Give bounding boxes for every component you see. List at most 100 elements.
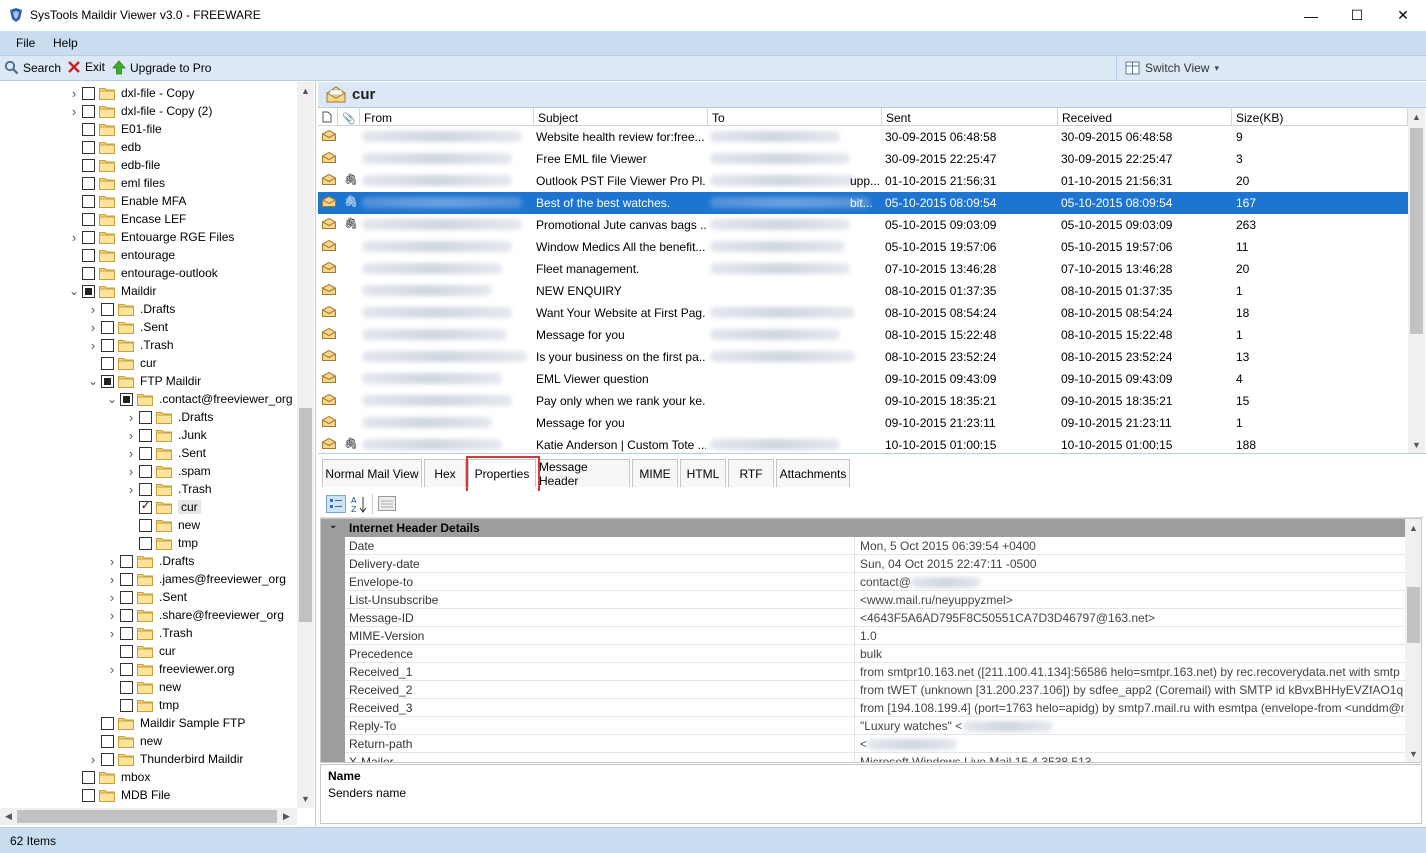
table-row[interactable]: Website health review for:free... 30-09-2… xyxy=(318,126,1408,148)
collapse-icon[interactable]: ⌄ xyxy=(68,282,80,300)
tree-checkbox[interactable] xyxy=(120,626,133,640)
tree-item[interactable]: entourage xyxy=(68,246,175,264)
tree-checkbox[interactable] xyxy=(82,158,95,172)
property-row[interactable]: Message-ID <4643F5A6AD795F8C50551CA7D3D46… xyxy=(345,609,1405,627)
table-row[interactable]: 🖇 Katie Anderson | Custom Tote ... 10-10-2… xyxy=(318,434,1408,453)
scroll-right-icon[interactable]: ▶ xyxy=(283,811,290,822)
tree-vertical-scrollbar[interactable]: ▲ ▼ xyxy=(297,82,314,808)
collapse-icon[interactable]: ⌄ xyxy=(106,390,118,408)
tree-item[interactable]: tmp xyxy=(106,696,179,714)
tree-checkbox[interactable] xyxy=(101,752,114,766)
tree-checkbox[interactable] xyxy=(139,446,152,460)
tree-checkbox[interactable] xyxy=(82,770,95,784)
tree-item[interactable]: › Thunderbird Maildir xyxy=(87,750,244,768)
tree-item[interactable]: › dxl-file - Copy (2) xyxy=(68,102,213,120)
scroll-up-icon[interactable]: ▲ xyxy=(1409,523,1418,533)
switch-view-button[interactable]: Switch View ▾ xyxy=(1116,56,1424,80)
maximize-button[interactable]: ☐ xyxy=(1334,0,1380,31)
expand-icon[interactable]: › xyxy=(106,552,118,570)
tree-item[interactable]: › .share@freeviewer_org xyxy=(106,606,284,624)
tree-checkbox[interactable] xyxy=(139,464,152,478)
property-row[interactable]: Received_2 from tWET (unknown [31.200.237… xyxy=(345,681,1405,699)
tree-item[interactable]: entourage-outlook xyxy=(68,264,218,282)
table-row[interactable]: Window Medics All the benefit... 05-10-20… xyxy=(318,236,1408,258)
categorized-view-icon[interactable] xyxy=(326,495,346,513)
tree-item[interactable]: › .Drafts xyxy=(87,300,176,318)
tree-item[interactable]: › Entouarge RGE Files xyxy=(68,228,235,246)
scroll-up-icon[interactable]: ▲ xyxy=(1412,112,1421,122)
expand-icon[interactable]: › xyxy=(106,570,118,588)
tree-item[interactable]: › freeviewer.org xyxy=(106,660,235,678)
minimize-button[interactable]: — xyxy=(1288,0,1334,31)
table-row[interactable]: 🖇 Best of the best watches. bit... 05-10-20… xyxy=(318,192,1408,214)
tree-checkbox[interactable] xyxy=(82,266,95,280)
tree-hscroll-thumb[interactable] xyxy=(17,810,277,823)
scroll-down-icon[interactable]: ▼ xyxy=(1409,749,1418,759)
expand-icon[interactable]: › xyxy=(87,336,99,354)
tree-item[interactable]: Maildir Sample FTP xyxy=(87,714,245,732)
property-row[interactable]: Envelope-to contact@ xyxy=(345,573,1405,591)
tree-checkbox[interactable] xyxy=(101,356,114,370)
expand-icon[interactable]: › xyxy=(87,300,99,318)
mail-list-scroll-thumb[interactable] xyxy=(1410,128,1423,334)
expand-icon[interactable]: › xyxy=(125,408,137,426)
tab-rtf[interactable]: RTF xyxy=(728,459,774,487)
expand-icon[interactable]: › xyxy=(125,444,137,462)
column-header-received[interactable]: Received xyxy=(1058,108,1232,126)
tree-item[interactable]: new xyxy=(125,516,200,534)
menu-file[interactable]: File xyxy=(16,36,35,50)
table-row[interactable]: Pay only when we rank your ke... 09-10-20… xyxy=(318,390,1408,412)
table-row[interactable]: Message for you 09-10-2015 21:23:11 09-10-… xyxy=(318,412,1408,434)
column-header-subject[interactable]: Subject xyxy=(534,108,708,126)
tree-checkbox[interactable] xyxy=(139,482,152,496)
property-pages-icon[interactable] xyxy=(378,496,396,511)
tree-item[interactable]: new xyxy=(106,678,181,696)
tree-checkbox[interactable] xyxy=(82,194,95,208)
tab-hex[interactable]: Hex xyxy=(424,459,466,487)
tree-item[interactable]: › .spam xyxy=(125,462,211,480)
tree-checkbox[interactable] xyxy=(101,734,114,748)
search-button[interactable]: Search xyxy=(4,60,61,75)
tree-item[interactable]: ⌄ FTP Maildir xyxy=(87,372,201,390)
table-row[interactable]: Is your business on the first pa... 08-10… xyxy=(318,346,1408,368)
tree-item[interactable]: › .Sent xyxy=(125,444,206,462)
tree-checkbox[interactable] xyxy=(82,284,95,298)
tree-item[interactable]: ⌄ .contact@freeviewer_org xyxy=(106,390,293,408)
property-row[interactable]: Return-path < xyxy=(345,735,1405,753)
sort-alphabetical-icon[interactable]: A Z xyxy=(350,495,368,513)
tree-checkbox[interactable] xyxy=(120,698,133,712)
tree-item[interactable]: Encase LEF xyxy=(68,210,186,228)
tree-checkbox[interactable] xyxy=(120,572,133,586)
tree-checkbox[interactable] xyxy=(139,518,152,532)
tree-checkbox[interactable] xyxy=(101,320,114,334)
expand-icon[interactable]: › xyxy=(125,462,137,480)
table-row[interactable]: 🖇 Outlook PST File Viewer Pro Pl... upp...… xyxy=(318,170,1408,192)
property-row[interactable]: Date Mon, 5 Oct 2015 06:39:54 +0400 xyxy=(345,537,1405,555)
collapse-icon[interactable]: ⌄ xyxy=(329,520,337,531)
tree-item[interactable]: edb xyxy=(68,138,141,156)
column-header-from[interactable]: From xyxy=(360,108,534,126)
tree-checkbox[interactable] xyxy=(101,716,114,730)
tree-item[interactable]: › .Sent xyxy=(87,318,168,336)
tree-checkbox[interactable] xyxy=(101,302,114,316)
tree-checkbox[interactable] xyxy=(82,140,95,154)
table-row[interactable]: Free EML file Viewer 30-09-2015 22:25:47 3… xyxy=(318,148,1408,170)
tree-item[interactable]: eml files xyxy=(68,174,165,192)
tree-checkbox[interactable] xyxy=(120,392,133,406)
property-row[interactable]: Reply-To "Luxury watches" < xyxy=(345,717,1405,735)
table-row[interactable]: EML Viewer question 09-10-2015 09:43:09 09… xyxy=(318,368,1408,390)
tree-checkbox[interactable] xyxy=(120,554,133,568)
property-row[interactable]: Received_3 from [194.108.199.4] (port=176… xyxy=(345,699,1405,717)
column-header-type[interactable] xyxy=(318,108,338,126)
scroll-up-icon[interactable]: ▲ xyxy=(301,86,310,96)
table-row[interactable]: 🖇 Promotional Jute canvas bags ... 05-10-2… xyxy=(318,214,1408,236)
tab-normal-mail-view[interactable]: Normal Mail View xyxy=(322,459,422,487)
property-row[interactable]: X-Mailer Microsoft Windows Live Mail 15.4… xyxy=(345,753,1405,762)
tree-checkbox[interactable] xyxy=(101,374,114,388)
tree-checkbox[interactable] xyxy=(82,122,95,136)
expand-icon[interactable]: › xyxy=(68,102,80,120)
collapse-icon[interactable]: ⌄ xyxy=(87,372,99,390)
tree-checkbox[interactable] xyxy=(120,608,133,622)
property-row[interactable]: Delivery-date Sun, 04 Oct 2015 22:47:11 -… xyxy=(345,555,1405,573)
property-row[interactable]: Precedence bulk xyxy=(345,645,1405,663)
